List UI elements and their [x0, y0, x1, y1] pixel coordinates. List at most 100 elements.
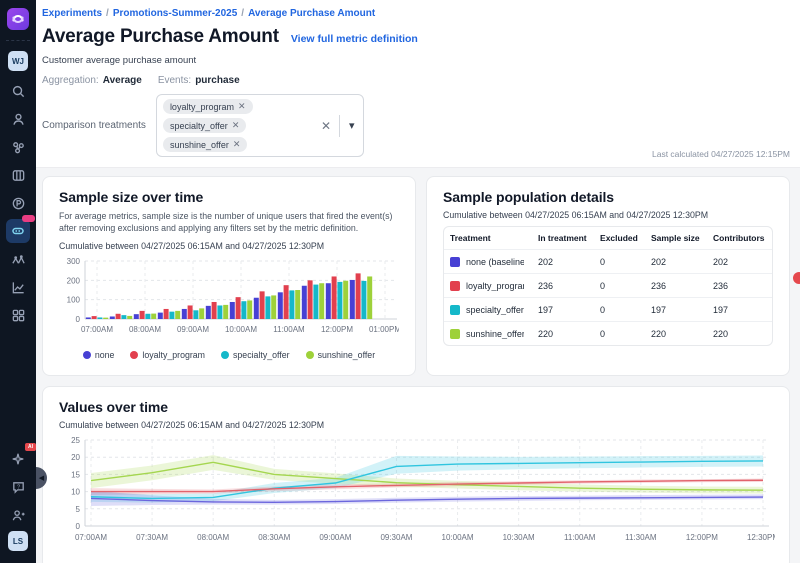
chip-label: loyalty_program — [170, 102, 234, 112]
svg-text:07:00AM: 07:00AM — [81, 325, 113, 334]
table-cell: 0 — [594, 250, 645, 274]
new-badge — [22, 215, 35, 222]
cumulative-range: Cumulative between 04/27/2025 06:15AM an… — [59, 241, 399, 251]
pulse-icon[interactable] — [6, 191, 30, 215]
table-cell: 197 — [707, 298, 772, 322]
segments-icon[interactable] — [6, 135, 30, 159]
legend-label: specialty_offer — [233, 350, 290, 360]
legend-dot — [221, 351, 229, 359]
legend-item[interactable]: loyalty_program — [130, 350, 205, 360]
table-cell: 0 — [594, 274, 645, 298]
table-row: specialty_offer1970197197 — [444, 298, 772, 322]
table-header: Contributors — [707, 227, 772, 250]
svg-text:07:30AM: 07:30AM — [136, 533, 168, 542]
feature-gates-icon[interactable] — [6, 163, 30, 187]
analytics-icon[interactable] — [6, 275, 30, 299]
legend-item[interactable]: specialty_offer — [221, 350, 290, 360]
workspace-avatar[interactable]: WJ — [8, 51, 28, 71]
table-cell: 220 — [645, 322, 707, 346]
app-logo[interactable] — [7, 8, 29, 30]
legend-item[interactable]: sunshine_offer — [306, 350, 376, 360]
population-table: TreatmentIn treatmentExcludedSample size… — [443, 226, 773, 346]
treatment-chip[interactable]: loyalty_program ✕ — [163, 99, 253, 114]
sidebar: WJ AI ? LS — [0, 0, 36, 563]
ai-badge: AI — [25, 443, 36, 451]
table-cell: 236 — [707, 274, 772, 298]
chip-remove-icon[interactable]: ✕ — [238, 101, 246, 112]
alert-dot[interactable] — [793, 272, 800, 284]
table-header: Excluded — [594, 227, 645, 250]
svg-text:25: 25 — [71, 436, 80, 445]
aggregation-label: Aggregation: — [42, 75, 99, 86]
metric-subtitle: Customer average purchase amount — [42, 55, 788, 66]
card-title: Sample population details — [443, 189, 773, 205]
breadcrumb-separator: / — [106, 8, 109, 19]
legend-item[interactable]: none — [83, 350, 115, 360]
chip-remove-icon[interactable]: ✕ — [232, 120, 240, 131]
table-cell: 202 — [707, 250, 772, 274]
view-metric-definition-link[interactable]: View full metric definition — [291, 33, 418, 45]
treatment-name: none (baseline) — [466, 257, 524, 267]
svg-text:10:00AM: 10:00AM — [442, 533, 474, 542]
statsig-logo-icon — [11, 12, 25, 26]
treatment-name: sunshine_offer — [466, 329, 524, 339]
table-cell: 236 — [532, 274, 594, 298]
search-icon[interactable] — [6, 79, 30, 103]
user-avatar[interactable]: LS — [8, 531, 28, 551]
treatment-swatch — [450, 305, 460, 315]
svg-text:10:00AM: 10:00AM — [225, 325, 257, 334]
legend-label: loyalty_program — [142, 350, 205, 360]
last-calculated-text: Last calculated 04/27/2025 12:15PM — [652, 149, 790, 159]
table-cell: 0 — [594, 298, 645, 322]
treatment-name: specialty_offer — [466, 305, 524, 315]
events-value: purchase — [195, 75, 239, 86]
svg-text:200: 200 — [67, 276, 81, 285]
svg-text:0: 0 — [76, 315, 81, 324]
metrics-icon[interactable] — [6, 247, 30, 271]
table-row: sunshine_offer2200220220 — [444, 322, 772, 346]
ai-assistant-icon[interactable]: AI — [6, 447, 30, 471]
card-description: For average metrics, sample size is the … — [59, 210, 399, 235]
treatment-chip[interactable]: specialty_offer ✕ — [163, 118, 246, 133]
values-over-time-card: Values over time Cumulative between 04/2… — [42, 386, 790, 563]
treatment-swatch — [450, 281, 460, 291]
aggregation-value: Average — [103, 75, 142, 86]
svg-text:11:30AM: 11:30AM — [625, 533, 657, 542]
svg-text:10:30AM: 10:30AM — [503, 533, 535, 542]
svg-text:08:00AM: 08:00AM — [197, 533, 229, 542]
svg-text:08:30AM: 08:30AM — [258, 533, 290, 542]
comparison-treatments-select[interactable]: loyalty_program✕specialty_offer✕sunshine… — [156, 94, 364, 157]
dashboards-icon[interactable] — [6, 303, 30, 327]
table-cell: 202 — [532, 250, 594, 274]
invite-user-icon[interactable] — [6, 503, 30, 527]
chevron-down-icon[interactable]: ▾ — [349, 119, 355, 132]
cumulative-range: Cumulative between 04/27/2025 06:15AM an… — [443, 210, 773, 220]
legend-label: sunshine_offer — [318, 350, 376, 360]
legend-dot — [306, 351, 314, 359]
treatment-chip[interactable]: sunshine_offer✕ — [163, 137, 247, 152]
table-header: Sample size — [645, 227, 707, 250]
sample-size-bar-chart[interactable]: 010020030007:00AM08:00AM09:00AM10:00AM11… — [59, 255, 399, 343]
clear-selection-icon[interactable]: ✕ — [321, 119, 331, 133]
svg-text:08:00AM: 08:00AM — [129, 325, 161, 334]
legend-dot — [130, 351, 138, 359]
table-cell: 202 — [645, 250, 707, 274]
svg-text:11:00AM: 11:00AM — [564, 533, 596, 542]
svg-text:09:30AM: 09:30AM — [380, 533, 412, 542]
svg-text:15: 15 — [71, 470, 80, 479]
svg-text:?: ? — [17, 484, 20, 490]
page-header: Experiments/Promotions-Summer-2025/Avera… — [36, 0, 800, 168]
breadcrumb-item[interactable]: Average Purchase Amount — [248, 8, 375, 19]
sidebar-item-experiments[interactable] — [6, 219, 30, 243]
profile-icon[interactable] — [6, 107, 30, 131]
treatment-name: loyalty_program — [466, 281, 524, 291]
chip-label: specialty_offer — [170, 121, 228, 131]
help-chat-icon[interactable]: ? — [6, 475, 30, 499]
breadcrumb-item[interactable]: Promotions-Summer-2025 — [113, 8, 237, 19]
sample-size-card: Sample size over time For average metric… — [42, 176, 416, 376]
breadcrumb-item[interactable]: Experiments — [42, 8, 102, 19]
values-line-chart[interactable]: 051015202507:00AM07:30AM08:00AM08:30AM09… — [59, 434, 775, 552]
svg-text:10: 10 — [71, 488, 80, 497]
chip-remove-icon[interactable]: ✕ — [233, 139, 241, 150]
svg-text:100: 100 — [67, 295, 81, 304]
